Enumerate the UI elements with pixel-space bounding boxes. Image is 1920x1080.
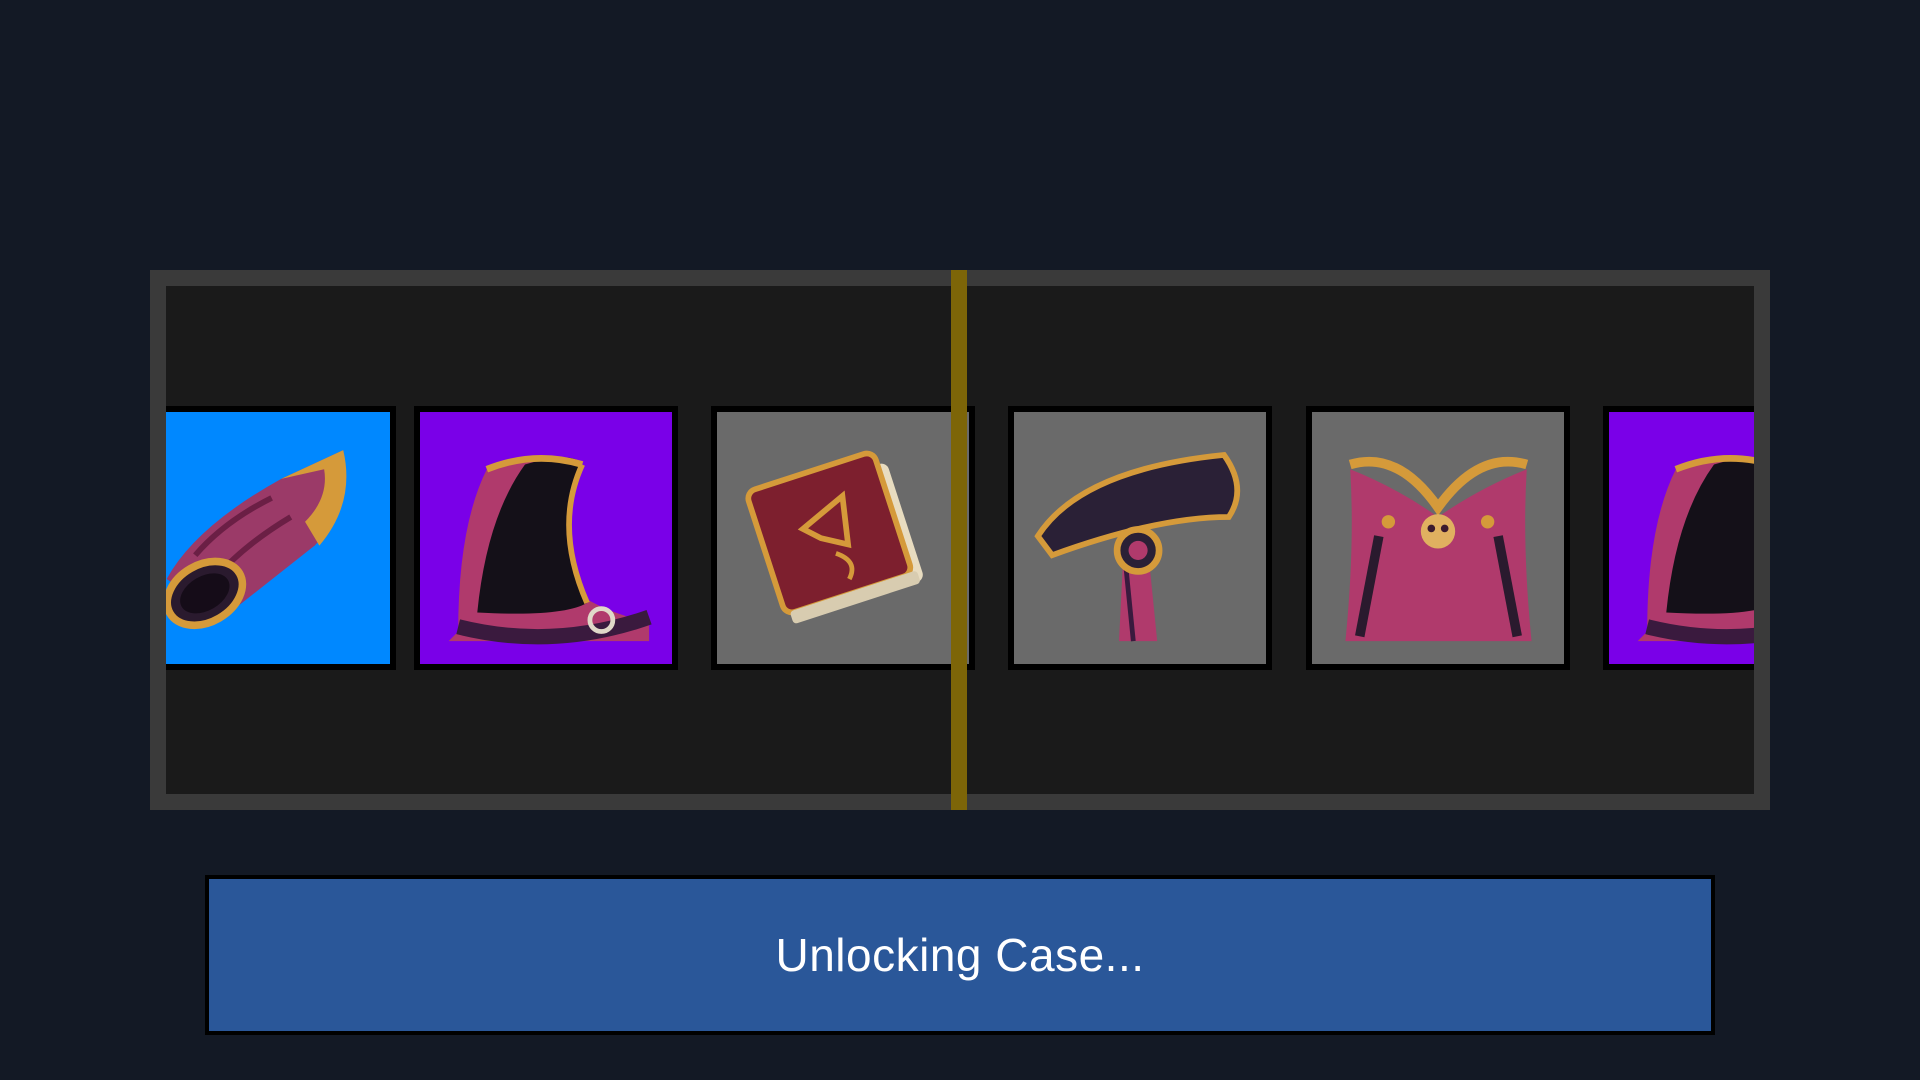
bracer-icon (166, 450, 347, 630)
reel-item (1603, 406, 1754, 670)
winner-indicator-line (951, 270, 967, 810)
unlocking-case-button[interactable]: Unlocking Case... (205, 875, 1715, 1035)
reel-item (1306, 406, 1570, 670)
case-opening-screen: Unlocking Case... (0, 0, 1920, 1080)
reel-item (414, 406, 678, 670)
spellbook-icon (745, 450, 923, 624)
reel-item (166, 406, 396, 670)
hood-icon (448, 455, 652, 645)
hood-icon (1637, 455, 1754, 645)
belt-icon (1034, 451, 1241, 642)
reel-item (1008, 406, 1272, 670)
skull-cape-icon (1345, 456, 1532, 642)
reel-item (711, 406, 975, 670)
